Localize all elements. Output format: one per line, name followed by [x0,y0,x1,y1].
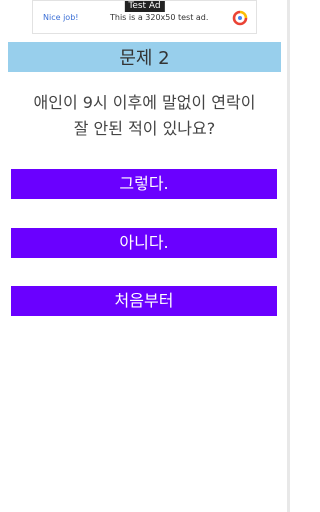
yes-button[interactable]: 그렇다. [11,169,277,199]
ad-tag: Test Ad [124,1,165,12]
page-title: 문제 2 [119,48,170,69]
question-line-1: 애인이 9시 이후에 말없이 연락이 [33,93,256,112]
scrollbar-track [287,0,290,512]
ad-text: This is a 320x50 test ad. [110,13,209,22]
ad-nice-job-text: Nice job! [43,13,79,22]
restart-button[interactable]: 처음부터 [11,286,277,316]
question-text: 애인이 9시 이후에 말없이 연락이 잘 안된 적이 있나요? [8,90,281,142]
adchoices-logo-icon [232,10,248,26]
no-button[interactable]: 아니다. [11,228,277,258]
ad-banner[interactable]: Test Ad Nice job! This is a 320x50 test … [32,0,257,34]
question-title-bar: 문제 2 [8,42,281,72]
question-line-2: 잘 안된 적이 있나요? [73,119,216,138]
